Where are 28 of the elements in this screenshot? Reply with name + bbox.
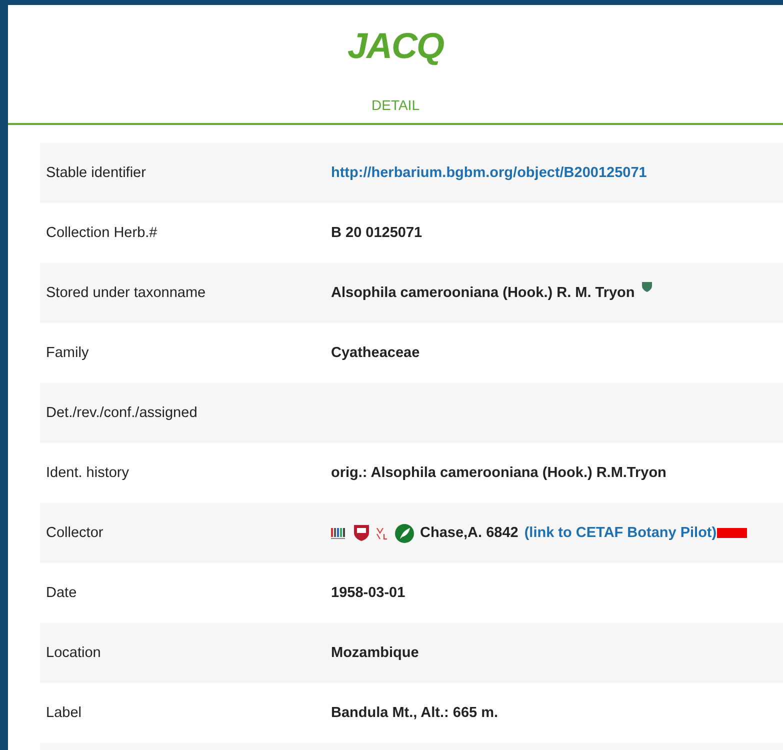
field-label: Collector	[45, 525, 104, 541]
identifier-link[interactable]: http://herbarium.bgbm.org/object/B200125071	[331, 165, 647, 181]
field-label: Location	[45, 645, 102, 661]
field-value: Cyatheaceae	[331, 345, 420, 361]
cetaf-link[interactable]: (link to CETAF Botany Pilot)	[524, 525, 717, 541]
field-label: Family	[45, 345, 90, 361]
field-value: 1958-03-01	[331, 585, 406, 601]
field-value: Alsophila camerooniana (Hook.) R. M. Tryon	[331, 285, 635, 301]
shield-icon[interactable]	[640, 280, 653, 292]
quill-icon[interactable]	[395, 524, 414, 542]
status-marker	[716, 528, 747, 538]
field-label: Ident. history	[45, 465, 130, 481]
field-label: Date	[45, 585, 78, 601]
field-label: Stored under taxonname	[45, 285, 207, 301]
field-value: orig.: Alsophila camerooniana (Hook.) R.M.Tryon	[331, 465, 666, 481]
page-subtitle: DETAIL	[372, 97, 420, 113]
field-label: Det./rev./conf./assigned	[45, 405, 198, 421]
field-label: Stable identifier	[45, 165, 147, 181]
collector-name: Chase,A. 6842	[420, 525, 518, 541]
field-label: Collection Herb.#	[45, 225, 158, 241]
field-value: Mozambique	[331, 645, 419, 661]
crest-icon[interactable]	[354, 525, 369, 541]
barcode-icon[interactable]	[331, 527, 348, 539]
monogram-icon[interactable]	[375, 526, 389, 540]
field-value: Bandula Mt., Alt.: 665 m.	[331, 705, 498, 721]
field-value: B 20 0125071	[331, 225, 422, 241]
field-label: Label	[45, 705, 82, 721]
logo[interactable]: JACQ	[347, 25, 444, 67]
